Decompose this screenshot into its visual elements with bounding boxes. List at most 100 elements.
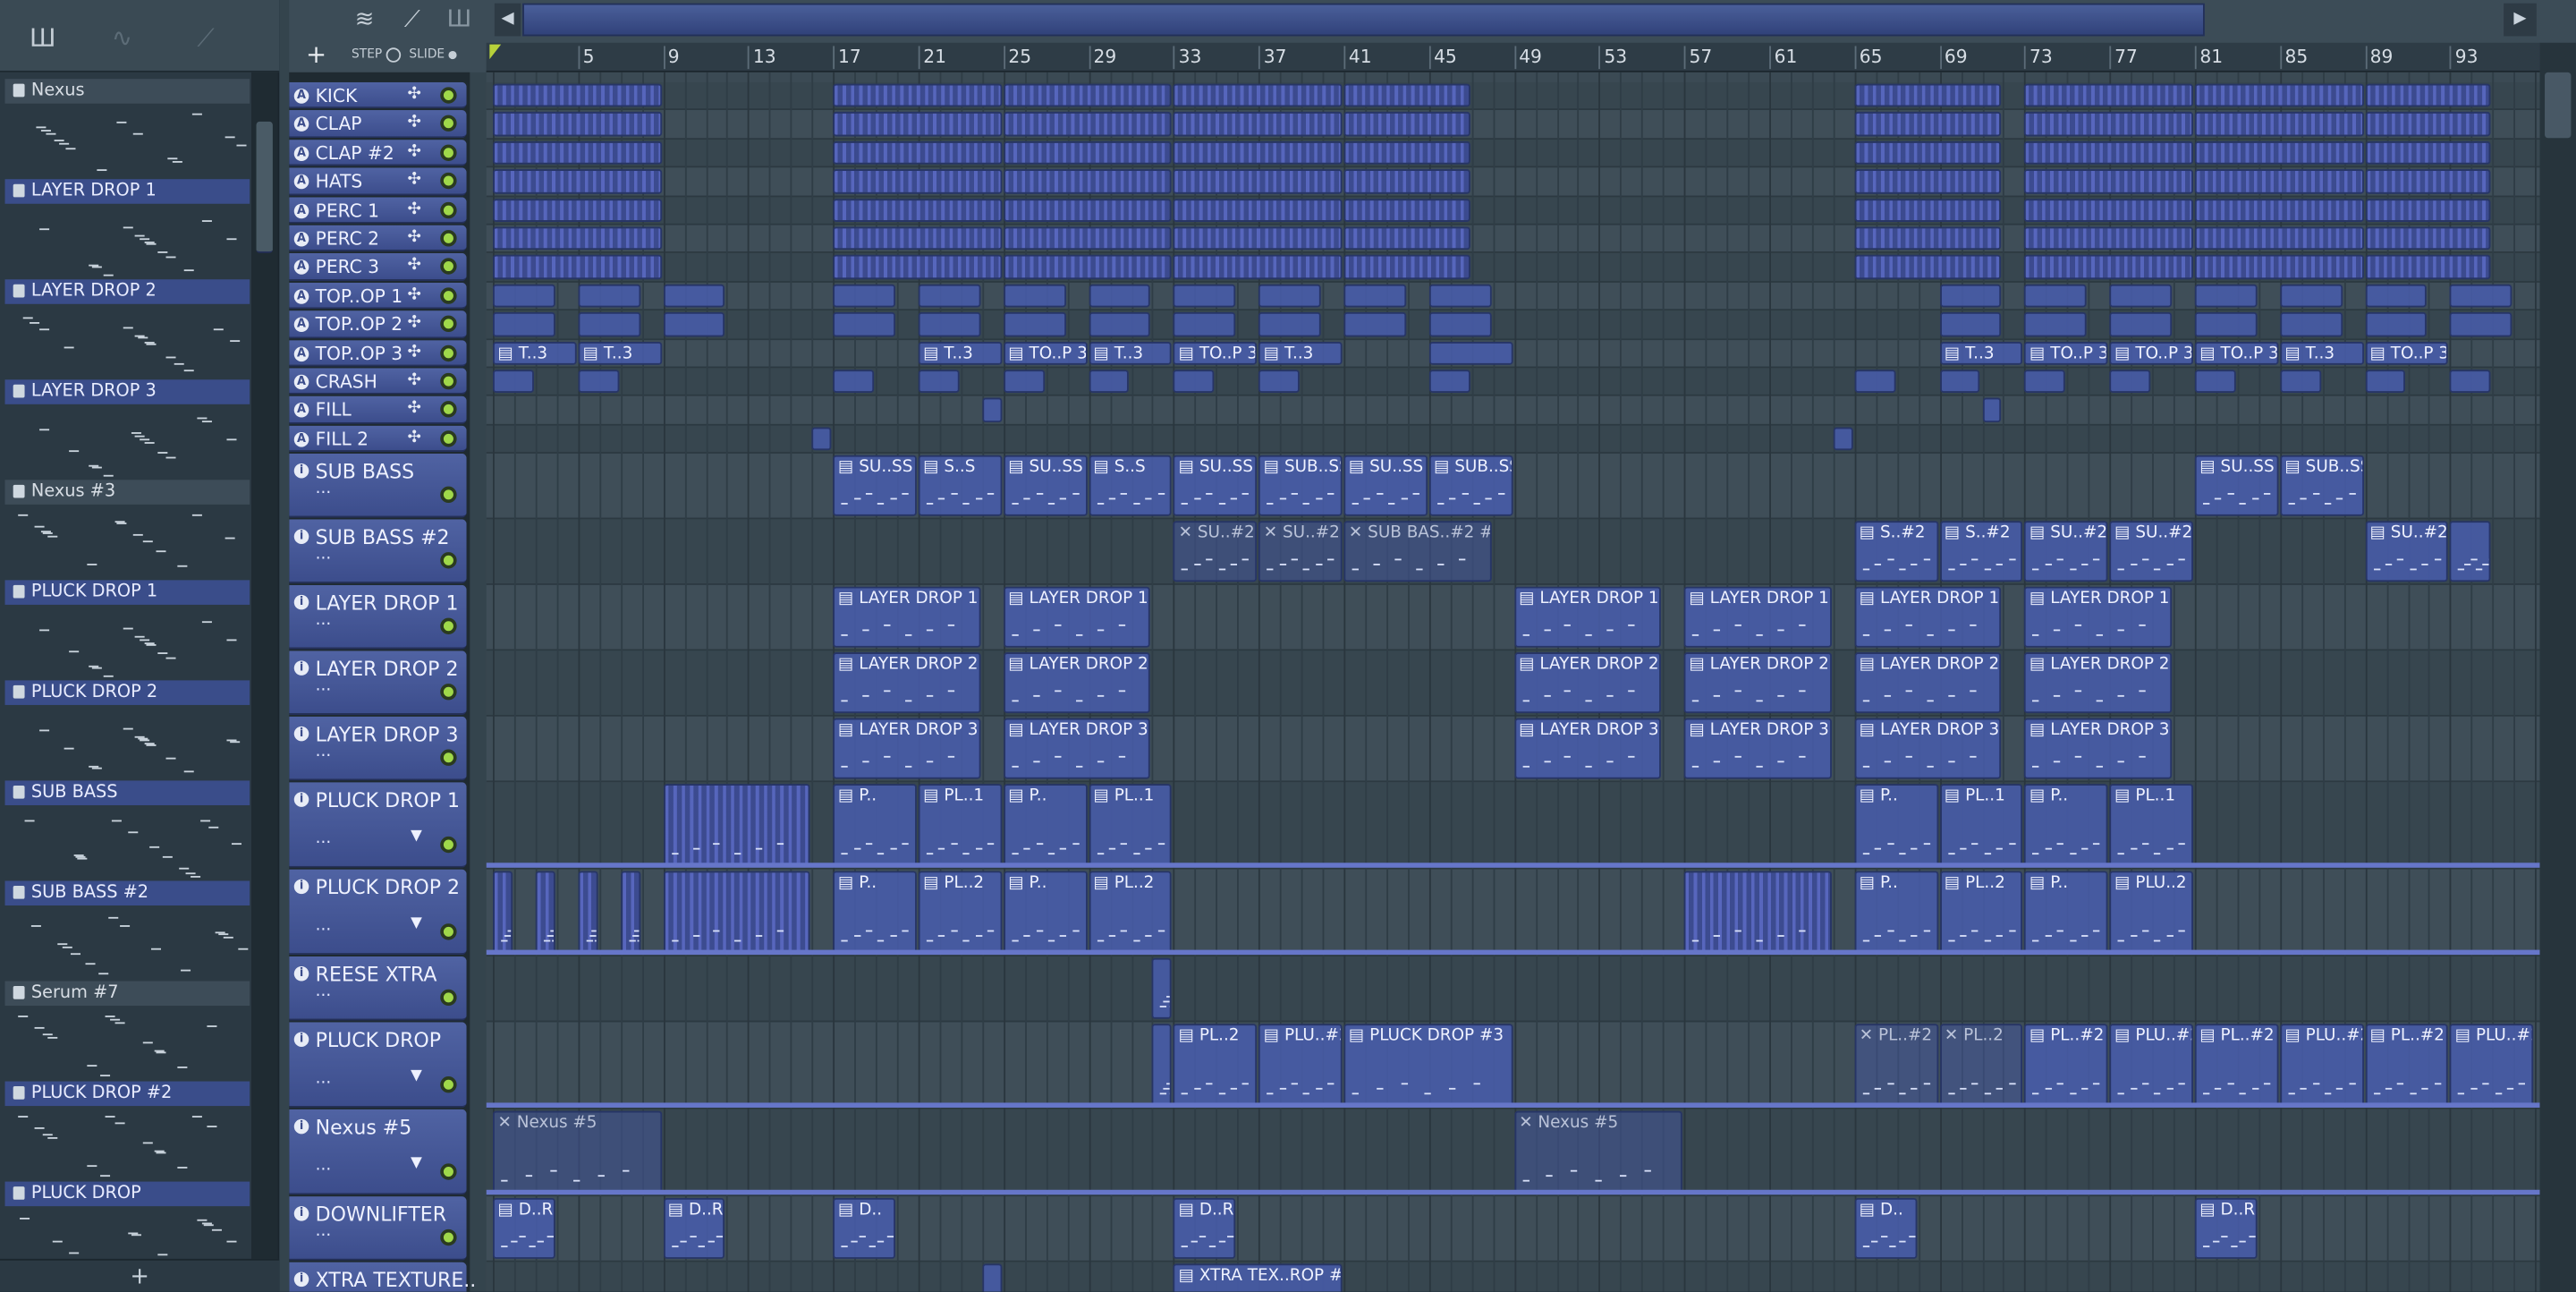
pattern-clip[interactable]	[2194, 226, 2364, 251]
mute-led[interactable]	[440, 372, 457, 390]
track-header[interactable]: i SUB BASS #2...	[289, 519, 467, 584]
pattern-clip[interactable]	[833, 140, 1002, 166]
pattern-clip[interactable]	[982, 1263, 1002, 1292]
pattern-item[interactable]: Nexus #3	[4, 480, 250, 578]
step-toggle[interactable]	[385, 47, 401, 62]
pattern-clip[interactable]	[1003, 370, 1045, 394]
pattern-clip[interactable]	[1343, 198, 1470, 222]
add-pattern-button[interactable]: +	[0, 1258, 280, 1292]
pattern-clip[interactable]: ▤ TO..P 3	[2194, 341, 2279, 365]
pattern-clip[interactable]	[1003, 140, 1173, 166]
pattern-clip[interactable]: ▤ LAYER DROP 2	[1683, 652, 1832, 714]
pattern-clip[interactable]	[833, 370, 875, 394]
pattern-clip[interactable]	[1343, 284, 1406, 308]
pattern-clip[interactable]	[620, 871, 640, 954]
track-header[interactable]: A HATS ✣	[289, 167, 467, 195]
vertical-scrollbar[interactable]	[2539, 42, 2576, 1292]
pattern-clip[interactable]: ▤ TO..P 3	[2024, 341, 2108, 365]
mute-led[interactable]	[440, 749, 457, 767]
pattern-clip[interactable]	[833, 169, 1002, 193]
pattern-clip[interactable]: ▤ P..	[1854, 871, 1938, 954]
pattern-clip[interactable]	[1174, 370, 1215, 394]
automation-icon[interactable]: ⟋	[197, 23, 214, 53]
pattern-clip[interactable]	[663, 284, 725, 308]
pattern-item[interactable]: PLUCK DROP 2	[4, 680, 250, 778]
pattern-clip[interactable]: ▤ PLU..#2	[2279, 1024, 2364, 1107]
pattern-clip[interactable]	[1152, 958, 1173, 1020]
more-icon[interactable]: ...	[316, 1070, 332, 1088]
bar-number[interactable]: 61	[1769, 46, 1797, 70]
track-header[interactable]: A KICK ✣	[289, 81, 467, 109]
chevron-down-icon[interactable]: ▼	[411, 829, 422, 845]
pattern-clip[interactable]: ▤ T..3	[1258, 341, 1343, 365]
pattern-clip[interactable]	[1174, 255, 1343, 279]
pattern-clip[interactable]: ▤ T..3	[1088, 341, 1173, 365]
pattern-item[interactable]: PLUCK DROP #2	[4, 1081, 250, 1180]
pattern-clip[interactable]	[1174, 140, 1343, 166]
playlist-grid[interactable]: ▤ T..3 ▤ T..3 ▤ T..3 ▤ TO..P 3 ▤ T..3 ▤ TO..P…	[486, 72, 2540, 1292]
pattern-clip[interactable]: ▤ PL..2	[918, 871, 1003, 954]
pattern-clip[interactable]: ✕ PL..2	[1939, 1024, 2023, 1107]
pattern-clip[interactable]	[493, 198, 662, 222]
pattern-clip[interactable]	[2365, 255, 2491, 279]
pattern-clip[interactable]	[2194, 198, 2364, 222]
pattern-clip[interactable]	[2194, 284, 2258, 308]
bar-number[interactable]: 69	[1939, 46, 1968, 70]
pattern-clip[interactable]: ▤ SUB..SS	[1258, 455, 1343, 517]
pattern-clip[interactable]: ▤ P..	[833, 871, 917, 954]
track-header[interactable]: A PERC 1 ✣	[289, 196, 467, 224]
move-handle-icon[interactable]: ✣	[408, 257, 421, 275]
pattern-clip[interactable]: ▤ LAYER DROP 3	[1854, 718, 2002, 779]
move-handle-icon[interactable]: ✣	[408, 200, 421, 217]
pattern-clip[interactable]: ▤ D..R	[1174, 1198, 1236, 1260]
pattern-clip[interactable]: ▤ PLU..#2	[2450, 1024, 2534, 1107]
mute-led[interactable]	[440, 1076, 457, 1093]
bar-number[interactable]: 9	[663, 46, 680, 70]
pattern-clip[interactable]	[1854, 226, 2002, 251]
mute-led[interactable]	[440, 401, 457, 419]
pattern-item[interactable]: LAYER DROP 1	[4, 179, 250, 277]
pattern-clip[interactable]: ✕ PL..#2	[1854, 1024, 1938, 1107]
chevron-down-icon[interactable]: ▼	[411, 915, 422, 931]
mute-led[interactable]	[440, 115, 457, 132]
pattern-clip[interactable]	[493, 312, 555, 336]
pattern-clip[interactable]	[1854, 370, 1895, 394]
pattern-clip[interactable]: ▤ SU..#2	[2365, 521, 2449, 582]
pattern-clip[interactable]	[1833, 427, 1853, 451]
pattern-item[interactable]: Nexus	[4, 79, 250, 177]
pattern-clip[interactable]: ▤ LAYER DROP 2	[2024, 652, 2173, 714]
pattern-item[interactable]: Serum #7	[4, 981, 250, 1080]
pattern-clip[interactable]	[2194, 255, 2364, 279]
scroll-right-button[interactable]: ▶	[2504, 3, 2537, 37]
pattern-item[interactable]: PLUCK DROP 1	[4, 580, 250, 678]
pattern-clip[interactable]: ▤ LAYER DROP 1	[1854, 587, 2002, 649]
pattern-clip[interactable]	[918, 284, 981, 308]
pattern-clip[interactable]	[2365, 169, 2491, 193]
pattern-clip[interactable]	[578, 370, 619, 394]
pattern-clip[interactable]: ▤ P..	[1003, 871, 1088, 954]
pattern-clip[interactable]: ▤ PL..1	[918, 784, 1003, 867]
pattern-clip[interactable]	[1174, 312, 1236, 336]
track-header[interactable]: i LAYER DROP 2...	[289, 650, 467, 716]
track-header[interactable]: i DOWNLIFTER...	[289, 1196, 467, 1262]
pattern-clip[interactable]	[493, 83, 662, 108]
mute-led[interactable]	[440, 87, 457, 104]
more-icon[interactable]: ...	[316, 612, 332, 630]
pattern-clip[interactable]	[1174, 83, 1343, 108]
pattern-clip[interactable]: ▤ LAYER DROP 1	[2024, 587, 2173, 649]
bar-number[interactable]: 33	[1174, 46, 1201, 70]
pattern-clip[interactable]	[2109, 284, 2173, 308]
pattern-clip[interactable]: ▤ TO..P 3	[2109, 341, 2193, 365]
pattern-clip[interactable]: ▤ T..3	[918, 341, 1003, 365]
pattern-clip[interactable]: ▤ SU..SS	[833, 455, 917, 517]
pattern-clip[interactable]	[2194, 169, 2364, 193]
move-handle-icon[interactable]: ✣	[408, 429, 421, 446]
pattern-clip[interactable]	[493, 255, 662, 279]
bar-number[interactable]: 53	[1598, 46, 1627, 70]
pattern-clip[interactable]	[1981, 398, 2002, 422]
bar-number[interactable]: 29	[1088, 46, 1116, 70]
track-lane[interactable]	[486, 425, 2540, 455]
pattern-clip[interactable]	[2450, 370, 2491, 394]
pattern-clip[interactable]	[2194, 312, 2258, 336]
bar-number[interactable]: 65	[1854, 46, 1882, 70]
